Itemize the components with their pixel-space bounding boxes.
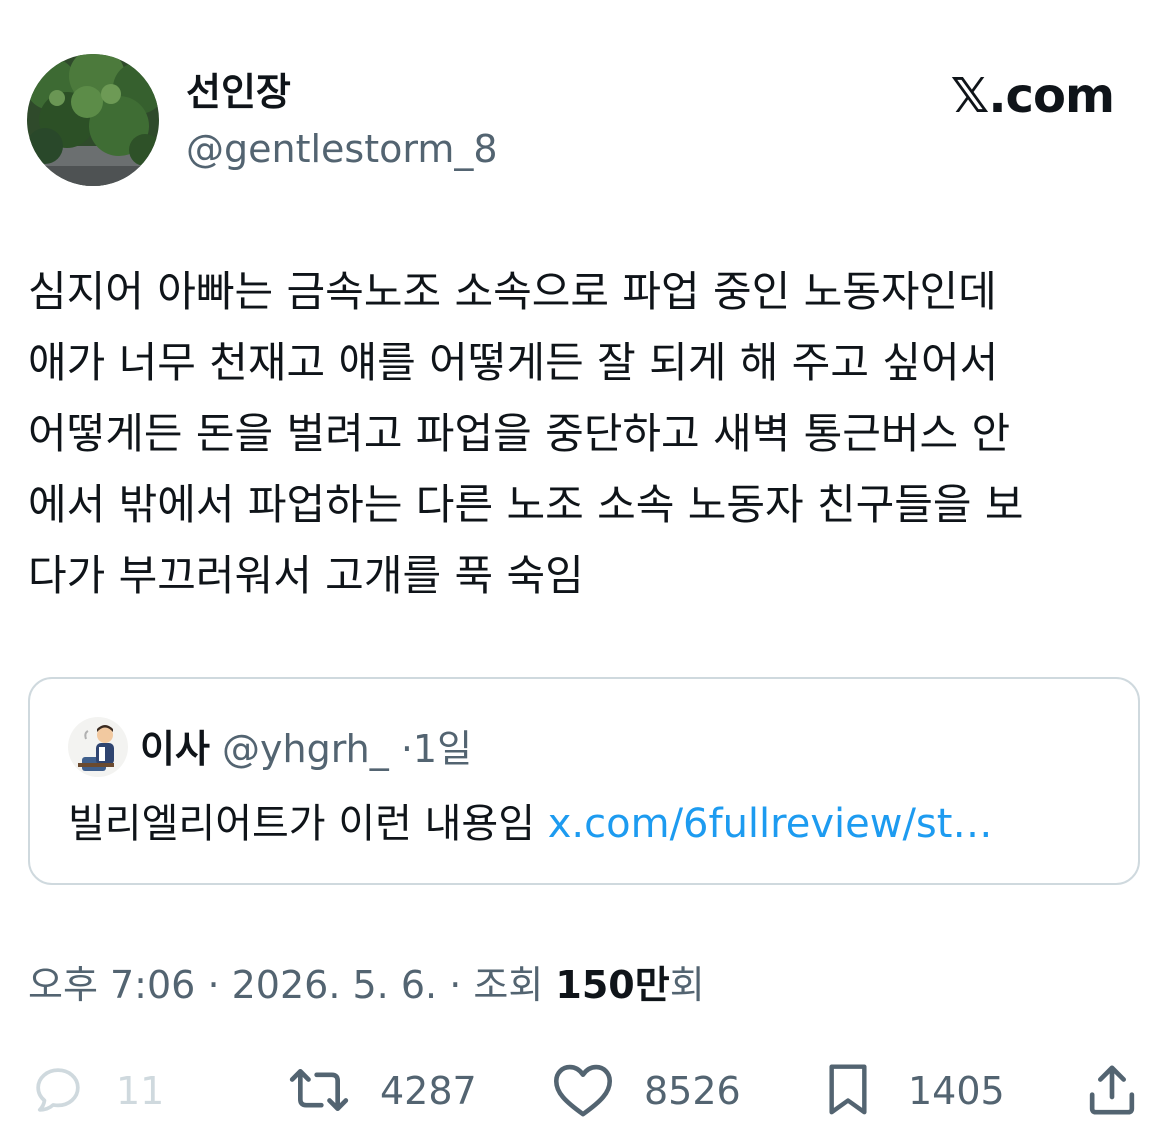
quoted-tweet-link[interactable]: x.com/6fullreview/st… [548, 801, 993, 847]
cartoon-person-avatar [68, 717, 128, 777]
quoted-tweet-text: 빌리엘리어트가 이런 내용임 x.com/6fullreview/st… [68, 797, 992, 851]
reply-icon [36, 1068, 80, 1112]
share-button[interactable] [1084, 1062, 1144, 1122]
reply-count: 11 [116, 1069, 165, 1113]
quoted-author-handle[interactable]: @yhgrh_ [222, 727, 389, 771]
repost-count: 4287 [380, 1069, 477, 1113]
like-count: 8526 [644, 1069, 741, 1113]
views-suffix: 회 [669, 963, 705, 1007]
tweet-time[interactable]: 오후 7:06 [28, 963, 195, 1007]
tweet-meta: 오후 7:06 · 2026. 5. 6. · 조회 150만회 [28, 960, 705, 1010]
bookmark-count: 1405 [908, 1069, 1005, 1113]
quoted-author-name[interactable]: 이사 [140, 727, 210, 771]
quoted-tweet-card[interactable]: 이사 @yhgrh_ ·1일 빌리엘리어트가 이런 내용임 x.com/6ful… [28, 677, 1140, 885]
quoted-tweet-body: 빌리엘리어트가 이런 내용임 [68, 801, 536, 847]
bookmark-icon [829, 1064, 867, 1115]
tweet-date[interactable]: 2026. 5. 6. [232, 963, 437, 1007]
bookmark-button[interactable]: 1405 [822, 1062, 1022, 1122]
like-button[interactable]: 8526 [552, 1062, 752, 1122]
reply-button[interactable]: 11 [30, 1062, 170, 1122]
author-display-name[interactable]: 선인장 [186, 66, 291, 118]
heart-icon [553, 1064, 613, 1117]
views-label: 조회 [473, 963, 544, 1007]
author-handle[interactable]: @gentlestorm_8 [186, 124, 498, 174]
meta-separator: · [207, 963, 220, 1007]
repost-button[interactable]: 4287 [288, 1062, 488, 1122]
quoted-tweet-header: 이사 @yhgrh_ ·1일 [140, 724, 472, 774]
tweet-text: 심지어 아빠는 금속노조 소속으로 파업 중인 노동자인데 애가 너무 천재고 … [28, 267, 1024, 600]
quoted-tweet-age: ·1일 [400, 727, 473, 771]
ivy-wall-avatar [27, 54, 159, 186]
repost-icon [289, 1069, 349, 1111]
share-icon [1089, 1065, 1135, 1115]
author-avatar[interactable] [27, 54, 159, 186]
quoted-author-avatar [68, 717, 128, 777]
views-count: 150만 [555, 963, 670, 1007]
x-logo: 𝕏.com [950, 68, 1115, 124]
meta-separator: · [449, 963, 462, 1007]
